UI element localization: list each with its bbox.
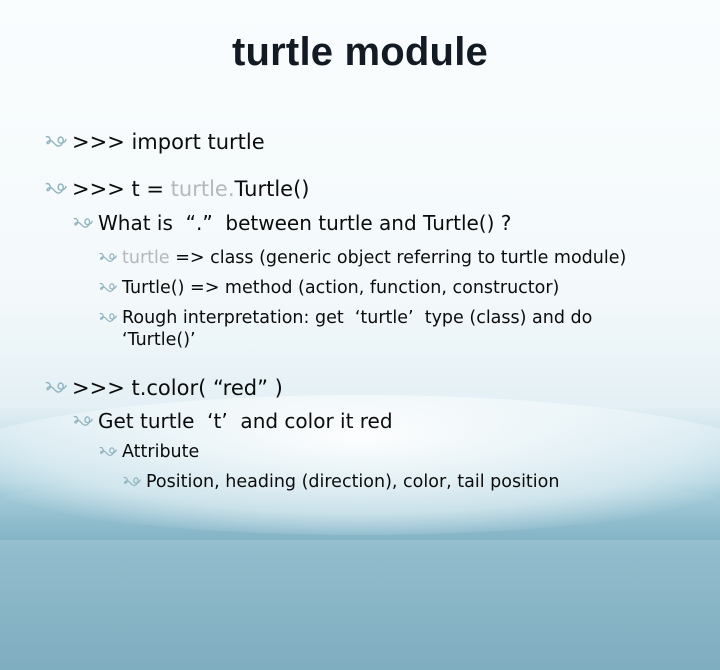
- bullet-text: >>> import turtle: [72, 130, 265, 154]
- bullet-import: >>> import turtle: [44, 130, 265, 154]
- bullet-text-suffix: Turtle(): [234, 177, 310, 201]
- bullet-instantiate: >>> t = turtle. Turtle(): [44, 177, 309, 201]
- scroll-bullet-icon: [44, 134, 68, 150]
- bullet-color: >>> t.color( “red” ): [44, 376, 283, 400]
- bullet-turtle-class: turtle => class (generic object referrin…: [98, 248, 626, 268]
- bullet-attribute: Attribute: [98, 442, 199, 462]
- scroll-bullet-icon: [72, 216, 94, 231]
- slide-title: turtle module: [232, 30, 488, 74]
- bullet-text: Get turtle ‘t’ and color it red: [98, 409, 393, 433]
- bullet-text-muted: turtle.: [170, 177, 235, 201]
- bullet-text-suffix: => class (generic object referring to tu…: [169, 248, 627, 268]
- bullet-text: Attribute: [122, 442, 200, 462]
- bullet-text: >>> t.color( “red” ): [72, 376, 283, 400]
- scroll-bullet-icon: [44, 380, 68, 396]
- bullet-text-prefix: >>> t =: [72, 177, 171, 201]
- bullet-text: Rough interpretation: get ‘turtle’ type …: [122, 308, 593, 328]
- scroll-bullet-icon: [122, 475, 142, 489]
- bullet-text-muted: turtle: [122, 248, 170, 268]
- scroll-bullet-icon: [98, 281, 118, 295]
- bullet-what-is-dot: What is “.” between turtle and Turtle() …: [72, 211, 511, 235]
- scroll-bullet-icon: [98, 311, 118, 325]
- bullet-text: Turtle() => method (action, function, co…: [122, 278, 560, 298]
- bullet-continuation: ‘Turtle()’: [122, 330, 196, 350]
- scroll-bullet-icon: [98, 445, 118, 459]
- bullet-text: What is “.” between turtle and Turtle() …: [98, 211, 512, 235]
- scroll-bullet-icon: [72, 414, 94, 429]
- bullet-rough-interpretation: Rough interpretation: get ‘turtle’ type …: [98, 308, 592, 328]
- scroll-bullet-icon: [98, 251, 118, 265]
- bullet-get-turtle: Get turtle ‘t’ and color it red: [72, 409, 393, 433]
- scroll-bullet-icon: [44, 181, 68, 197]
- bullet-attribute-list: Position, heading (direction), color, ta…: [122, 472, 559, 492]
- bullet-text: Position, heading (direction), color, ta…: [146, 472, 560, 492]
- bullet-turtle-method: Turtle() => method (action, function, co…: [98, 278, 559, 298]
